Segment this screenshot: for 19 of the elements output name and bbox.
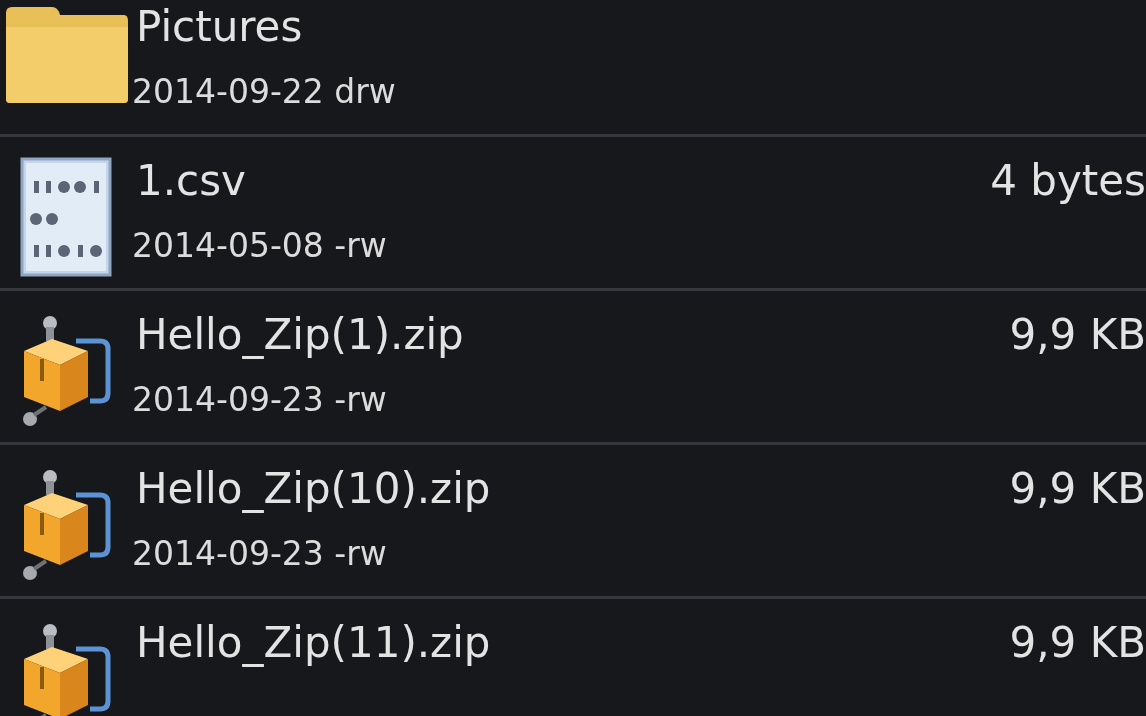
data-file-icon	[20, 157, 112, 277]
file-size: 9,9 KB	[1009, 309, 1146, 361]
file-row[interactable]: Hello_Zip(1).zip 9,9 KB 2014-09-23 -rw	[0, 291, 1146, 445]
file-row[interactable]: 1.csv 4 bytes 2014-05-08 -rw	[0, 137, 1146, 291]
file-details: 2014-09-23 -rw	[132, 383, 388, 416]
file-name: Pictures	[136, 1, 303, 53]
file-details: 2014-09-23 -rw	[132, 537, 388, 570]
file-size: 4 bytes	[990, 155, 1146, 207]
file-details: 2014-09-22 drw	[132, 75, 397, 108]
file-size: 9,9 KB	[1009, 617, 1146, 669]
file-name: 1.csv	[136, 155, 246, 207]
file-name: Hello_Zip(11).zip	[136, 617, 491, 669]
file-name: Hello_Zip(10).zip	[136, 463, 491, 515]
file-details: 2014-05-08 -rw	[132, 229, 388, 262]
file-size: 9,9 KB	[1009, 463, 1146, 515]
file-row[interactable]: Hello_Zip(11).zip 9,9 KB	[0, 599, 1146, 716]
file-name: Hello_Zip(1).zip	[136, 309, 464, 361]
file-row[interactable]: Pictures 2014-09-22 drw	[0, 0, 1146, 137]
file-row[interactable]: Hello_Zip(10).zip 9,9 KB 2014-09-23 -rw	[0, 445, 1146, 599]
